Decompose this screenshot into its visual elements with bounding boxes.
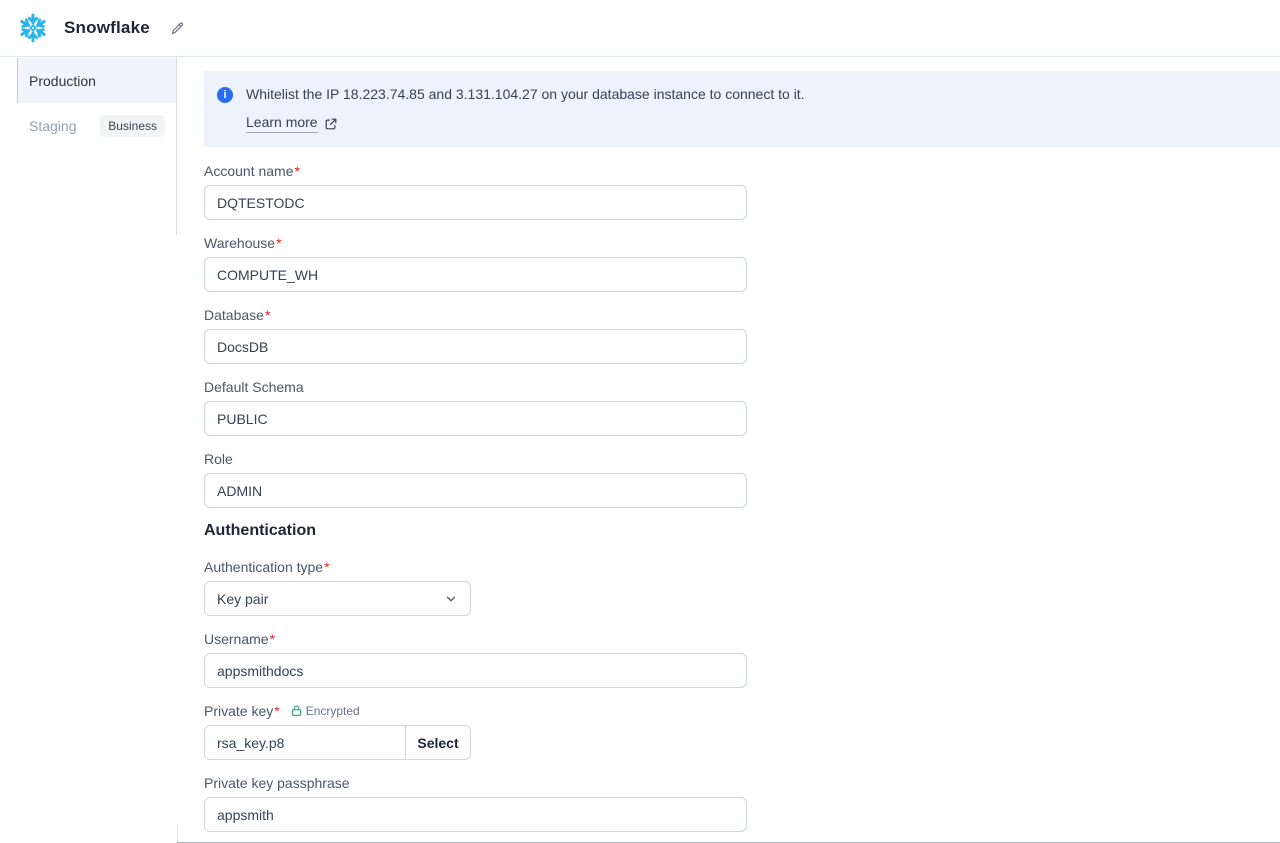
- required-marker: *: [324, 559, 329, 575]
- environment-label: Staging: [29, 118, 76, 134]
- private-key-file-picker: rsa_key.p8 Select: [204, 725, 471, 760]
- database-input[interactable]: [204, 329, 747, 364]
- required-marker: *: [265, 307, 270, 323]
- default-schema-input[interactable]: [204, 401, 747, 436]
- role-input[interactable]: [204, 473, 747, 508]
- pencil-icon: [170, 21, 185, 36]
- authentication-type-select[interactable]: Key pair: [204, 581, 471, 616]
- banner-message: Whitelist the IP 18.223.74.85 and 3.131.…: [246, 86, 805, 103]
- field-warehouse: Warehouse*: [204, 234, 747, 292]
- header: Snowflake: [0, 0, 1280, 57]
- field-default-schema: Default Schema: [204, 378, 747, 436]
- selected-option: Key pair: [217, 591, 268, 607]
- field-username: Username*: [204, 630, 747, 688]
- learn-more-link[interactable]: Learn more: [246, 114, 338, 133]
- edit-name-button[interactable]: [168, 18, 188, 38]
- external-link-icon: [324, 117, 338, 131]
- authentication-section-heading: Authentication: [204, 522, 747, 540]
- banner-body: Whitelist the IP 18.223.74.85 and 3.131.…: [246, 86, 805, 133]
- body: Production Staging Business i Whitelist …: [0, 57, 1280, 843]
- environment-label: Production: [29, 73, 96, 89]
- warehouse-input[interactable]: [204, 257, 747, 292]
- field-label: Private key* Encrypted: [204, 702, 747, 719]
- field-account-name: Account name*: [204, 162, 747, 220]
- required-marker: *: [270, 631, 275, 647]
- required-marker: *: [295, 163, 300, 179]
- username-input[interactable]: [204, 653, 747, 688]
- bottom-bar-divider: [177, 824, 178, 842]
- selected-file-name: rsa_key.p8: [205, 726, 406, 759]
- private-key-passphrase-input[interactable]: [204, 797, 747, 832]
- encrypted-label: Encrypted: [306, 704, 360, 718]
- field-label: Account name*: [204, 162, 747, 179]
- field-private-key: Private key* Encrypted rsa_key.p8 Select: [204, 702, 747, 760]
- datasource-form: Account name* Warehouse* Database*: [204, 147, 747, 832]
- field-label: Role: [204, 450, 747, 467]
- business-plan-badge: Business: [100, 115, 165, 137]
- datasource-title: Snowflake: [64, 18, 150, 38]
- field-label: Authentication type*: [204, 558, 747, 575]
- required-marker: *: [274, 703, 279, 719]
- main-content: i Whitelist the IP 18.223.74.85 and 3.13…: [177, 57, 1280, 843]
- field-database: Database*: [204, 306, 747, 364]
- info-icon: i: [217, 87, 233, 103]
- field-role: Role: [204, 450, 747, 508]
- account-name-input[interactable]: [204, 185, 747, 220]
- chevron-down-icon: [444, 592, 458, 606]
- sidebar-item-staging[interactable]: Staging Business: [17, 103, 177, 148]
- field-label: Private key passphrase: [204, 774, 747, 791]
- field-label: Warehouse*: [204, 234, 747, 251]
- field-label: Database*: [204, 306, 747, 323]
- select-file-button[interactable]: Select: [406, 726, 470, 759]
- datasource-editor-page: Snowflake Production Staging Business: [0, 0, 1280, 843]
- lock-icon: [290, 704, 303, 717]
- snowflake-logo-icon: [16, 11, 50, 45]
- whitelist-info-banner: i Whitelist the IP 18.223.74.85 and 3.13…: [204, 71, 1280, 147]
- field-authentication-type: Authentication type* Key pair: [204, 558, 747, 616]
- learn-more-label: Learn more: [246, 114, 318, 133]
- field-label: Default Schema: [204, 378, 747, 395]
- required-marker: *: [276, 235, 281, 251]
- field-private-key-passphrase: Private key passphrase: [204, 774, 747, 832]
- sidebar-item-production[interactable]: Production: [17, 58, 177, 103]
- field-label: Username*: [204, 630, 747, 647]
- encrypted-badge: Encrypted: [290, 704, 360, 718]
- environment-sidebar: Production Staging Business: [0, 57, 177, 843]
